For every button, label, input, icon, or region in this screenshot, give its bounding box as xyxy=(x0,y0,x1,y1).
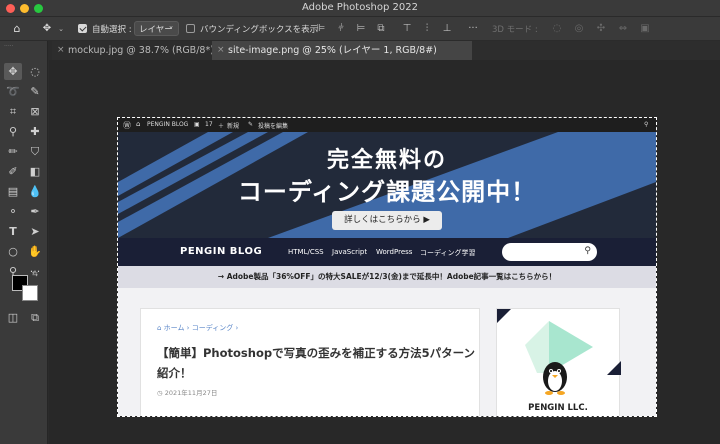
quick-select-tool-icon[interactable]: ✎ xyxy=(26,83,44,100)
panel-grip-icon: ····· xyxy=(4,43,14,50)
company-name: PENGIN LLC. xyxy=(528,403,588,413)
hero-title-line1: 完全無料の xyxy=(326,148,447,173)
more-options-icon[interactable]: ··· xyxy=(466,22,480,36)
crop-tool-icon[interactable]: ⌗ xyxy=(4,103,22,120)
eyedropper-tool-icon[interactable]: ⚲ xyxy=(4,123,22,140)
screen-mode-icon[interactable]: ⧉ xyxy=(26,309,44,326)
post-card: ⌂ ホーム › コーディング › 【簡単】Photoshopで写真の歪みを補正す… xyxy=(140,308,480,416)
align-middle-icon[interactable]: ⫶ xyxy=(420,22,434,36)
hero-title-line2: コーディング課題公開中！ xyxy=(237,178,537,206)
options-bar: ⌂ ✥ ⌄ 自動選択 : レイヤー ⌄ バウンディングボックスを表示 ⊫ ⫩ ⊨ … xyxy=(0,16,720,40)
penguin-logo-graphic xyxy=(497,309,621,395)
breadcrumb-text: ホーム › コーディング › xyxy=(163,324,239,332)
wp-comment-count: 17 xyxy=(205,121,213,128)
home-icon[interactable]: ⌂ xyxy=(10,22,24,36)
tab-label: mockup.jpg @ 38.7% (RGB/8*) * xyxy=(68,45,222,56)
post-date: ◷ 2021年11月27日 xyxy=(157,387,217,397)
wp-admin-bar: Ⓦ ⌂ PENGIN BLOG ▣ 17 ＋ 新規 ✎ 投稿を編集 ⚲ xyxy=(118,118,656,132)
title-bar: Adobe Photoshop 2022 xyxy=(0,0,720,16)
chevron-down-icon: ⌄ xyxy=(168,22,174,30)
move-tool-icon[interactable]: ✥ xyxy=(40,22,54,36)
roll-3d-icon[interactable]: ◎ xyxy=(572,22,586,36)
pen-tool-icon[interactable]: ✒ xyxy=(26,203,44,220)
blur-tool-icon[interactable]: 💧 xyxy=(26,183,44,200)
auto-select-dropdown[interactable]: レイヤー ⌄ xyxy=(134,21,179,36)
hero-banner: 完全無料の コーディング課題公開中！ 詳しくはこちらから ▶ xyxy=(118,132,656,238)
app-title: Adobe Photoshop 2022 xyxy=(302,2,418,13)
nav-link-coding-study: コーディング学習 xyxy=(420,249,476,257)
ellipse-tool-icon[interactable]: ○ xyxy=(4,243,22,260)
site-navigation: PENGIN BLOG HTML/CSS JavaScript WordPres… xyxy=(118,238,656,266)
sidebar-profile-card: PENGIN LLC. xyxy=(496,308,621,416)
tab-mockup[interactable]: × mockup.jpg @ 38.7% (RGB/8*) * xyxy=(52,41,222,60)
distribute-horizontal-icon[interactable]: ⧉ xyxy=(374,22,388,36)
nav-link-wordpress: WordPress xyxy=(376,248,413,256)
plus-icon: ＋ xyxy=(218,123,225,130)
post-title: 【簡単】Photoshopで写真の歪みを補正する方法5パターン紹介！ xyxy=(157,346,476,380)
lasso-tool-icon[interactable]: ➰ xyxy=(4,83,22,100)
pencil-icon: ✎ xyxy=(248,121,254,128)
clock-icon: ◷ xyxy=(157,389,165,397)
background-color-swatch[interactable] xyxy=(22,285,38,301)
marquee-tool-icon[interactable]: ◌ xyxy=(26,63,44,80)
show-bbox-label: バウンディングボックスを表示 xyxy=(200,25,319,35)
brush-tool-icon[interactable]: ✏ xyxy=(4,143,22,160)
tools-panel: ····· ✥ ◌ ➰ ✎ ⌗ ⊠ ⚲ ✚ ✏ ⛉ ✐ ◧ ▤ 💧 ⚬ ✒ T … xyxy=(0,41,48,444)
scale-3d-icon[interactable]: ▣ xyxy=(638,22,652,36)
align-center-icon[interactable]: ⫩ xyxy=(334,22,348,36)
orbit-3d-icon[interactable]: ◌ xyxy=(550,22,564,36)
dodge-tool-icon[interactable]: ⚬ xyxy=(4,203,22,220)
history-brush-tool-icon[interactable]: ✐ xyxy=(4,163,22,180)
type-tool-icon[interactable]: T xyxy=(4,223,22,240)
tab-site-image[interactable]: × site-image.png @ 25% (レイヤー 1, RGB/8#) xyxy=(212,41,472,60)
slide-3d-icon[interactable]: ⇔ xyxy=(616,22,630,36)
sale-banner: → Adobe製品「36%OFF」の特大SALEが12/3(金)まで延長中！Ad… xyxy=(118,266,656,288)
close-tab-icon[interactable]: × xyxy=(217,41,225,60)
quick-mask-icon[interactable]: ◫ xyxy=(4,309,22,326)
hero-details-button: 詳しくはこちらから ▶ xyxy=(332,211,442,230)
chevron-down-icon[interactable]: ⌄ xyxy=(54,22,68,36)
auto-select-checkbox[interactable] xyxy=(78,24,87,33)
nav-link-javascript: JavaScript xyxy=(332,248,368,256)
search-icon: ⚲ xyxy=(584,246,591,256)
tab-label: site-image.png @ 25% (レイヤー 1, RGB/8#) xyxy=(228,45,437,56)
align-top-icon[interactable]: ⊤ xyxy=(400,22,414,36)
home-icon: ⌂ xyxy=(157,324,164,332)
wp-new-label: 新規 xyxy=(227,123,240,130)
document-image[interactable]: Ⓦ ⌂ PENGIN BLOG ▣ 17 ＋ 新規 ✎ 投稿を編集 ⚲ 完全無料… xyxy=(118,118,656,416)
stamp-tool-icon[interactable]: ⛉ xyxy=(26,143,44,160)
align-left-icon[interactable]: ⊫ xyxy=(314,22,328,36)
breadcrumb: ⌂ ホーム › コーディング › xyxy=(157,323,238,333)
close-tab-icon[interactable]: × xyxy=(57,41,65,60)
hand-tool-icon[interactable]: ✋ xyxy=(26,243,44,260)
site-logo: PENGIN BLOG xyxy=(180,246,263,257)
document-tabs: × mockup.jpg @ 38.7% (RGB/8*) * × site-i… xyxy=(52,41,720,60)
move-tool-icon[interactable]: ✥ xyxy=(4,63,22,80)
home-icon: ⌂ xyxy=(136,120,141,128)
wp-edit-label: 投稿を編集 xyxy=(258,123,289,130)
wordpress-icon: Ⓦ xyxy=(123,121,131,130)
mode-3d-label: 3D モード : xyxy=(492,25,538,35)
show-bbox-checkbox[interactable] xyxy=(186,24,195,33)
nav-link-html-css: HTML/CSS xyxy=(288,248,324,256)
pan-3d-icon[interactable]: ✣ xyxy=(594,22,608,36)
frame-tool-icon[interactable]: ⊠ xyxy=(26,103,44,120)
align-bottom-icon[interactable]: ⊥ xyxy=(440,22,454,36)
comment-icon: ▣ xyxy=(194,121,200,128)
auto-select-label: 自動選択 : xyxy=(92,25,132,35)
gradient-tool-icon[interactable]: ▤ xyxy=(4,183,22,200)
wp-site-name: PENGIN BLOG xyxy=(147,121,189,128)
search-icon: ⚲ xyxy=(644,121,649,128)
healing-brush-tool-icon[interactable]: ✚ xyxy=(26,123,44,140)
align-right-icon[interactable]: ⊨ xyxy=(354,22,368,36)
post-date-text: 2021年11月27日 xyxy=(164,389,218,397)
path-select-tool-icon[interactable]: ➤ xyxy=(26,223,44,240)
swap-colors-icon[interactable]: ⇆ xyxy=(32,270,38,278)
site-search-box: ⚲ xyxy=(502,243,597,261)
eraser-tool-icon[interactable]: ◧ xyxy=(26,163,44,180)
